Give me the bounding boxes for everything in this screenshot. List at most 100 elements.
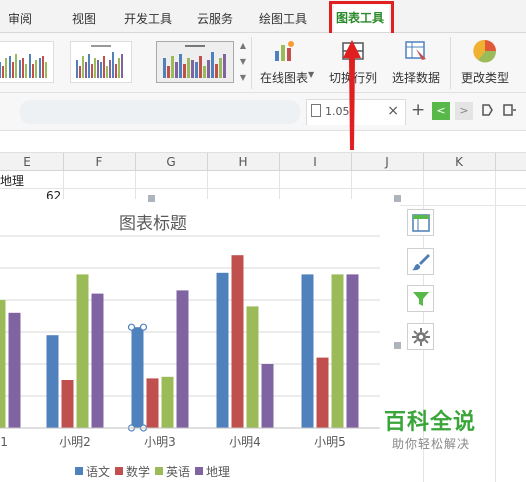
column-header[interactable]: J bbox=[385, 155, 389, 169]
chart-area[interactable]: 图表标题小明1 小明2 小明3 小明4 小明5 语文 数学 英语 地理 bbox=[0, 195, 401, 482]
pie-chart-icon bbox=[473, 39, 497, 63]
bar bbox=[0, 300, 6, 428]
tab-cloud[interactable]: 云服务 bbox=[197, 10, 233, 27]
chart-style-thumbnail-selected[interactable] bbox=[156, 41, 234, 83]
dropdown-arrow-icon: ▼ bbox=[308, 70, 315, 79]
chart-style-preview bbox=[0, 54, 47, 78]
bar bbox=[76, 274, 89, 428]
red-arrow-annotation bbox=[343, 40, 361, 150]
chart-style-preview bbox=[76, 45, 123, 78]
column-header[interactable]: H bbox=[238, 155, 247, 169]
column-header[interactable]: F bbox=[96, 155, 103, 169]
bar bbox=[216, 272, 229, 428]
chart-filter-button[interactable] bbox=[407, 285, 434, 312]
column-divider bbox=[279, 153, 280, 171]
select-data-label: 选择数据 bbox=[391, 71, 440, 85]
column-divider bbox=[135, 153, 136, 171]
cell-e1[interactable]: 地理 bbox=[0, 172, 24, 189]
share-icon[interactable] bbox=[480, 103, 494, 117]
col-line bbox=[495, 171, 496, 482]
bar bbox=[176, 290, 189, 428]
bar bbox=[246, 306, 259, 428]
resize-handle[interactable] bbox=[394, 342, 401, 349]
brush-icon bbox=[412, 254, 430, 271]
online-chart-button[interactable]: 在线图表 ▼ bbox=[252, 37, 316, 89]
column-divider bbox=[423, 153, 424, 171]
chart-style-thumbnail[interactable] bbox=[0, 41, 54, 83]
nav-right-button[interactable]: > bbox=[455, 102, 473, 120]
tab-developer[interactable]: 开发工具 bbox=[124, 10, 172, 27]
spreadsheet-window: 审阅 视图 开发工具 云服务 绘图工具 图表工具 ▲ ▼ ▼ 在线图表 ▼ 选择… bbox=[0, 0, 526, 482]
legend-label: 数学 bbox=[126, 464, 150, 479]
legend-label: 语文 bbox=[86, 464, 110, 479]
tab-drawing-tools[interactable]: 绘图工具 bbox=[259, 10, 307, 27]
chart-title: 图表标题 bbox=[119, 214, 187, 234]
bar bbox=[261, 364, 274, 428]
bar bbox=[346, 274, 359, 428]
column-divider bbox=[351, 153, 352, 171]
expand-gallery-icon[interactable]: ▼ bbox=[237, 70, 249, 86]
blurred-region bbox=[20, 100, 300, 124]
bar bbox=[161, 376, 174, 428]
chart-settings-button[interactable] bbox=[407, 323, 434, 350]
selection-handle bbox=[139, 323, 148, 331]
legend-label: 地理 bbox=[206, 465, 230, 479]
tab-review[interactable]: 审阅 bbox=[8, 10, 32, 27]
bar bbox=[46, 335, 59, 428]
more-icon[interactable] bbox=[502, 103, 516, 117]
highlight-box bbox=[329, 1, 394, 37]
change-type-button[interactable]: 更改类型 bbox=[456, 37, 514, 89]
column-divider bbox=[207, 153, 208, 171]
resize-handle[interactable] bbox=[394, 195, 401, 202]
scroll-down-icon[interactable]: ▼ bbox=[237, 54, 249, 70]
column-header[interactable]: E bbox=[23, 155, 31, 169]
select-data-button[interactable]: 选择数据 bbox=[386, 37, 446, 89]
bar-chart[interactable]: 图表标题小明1 小明2 小明3 小明4 小明5 语文 数学 英语 地理 bbox=[0, 199, 400, 482]
bar bbox=[131, 327, 144, 428]
scroll-up-icon[interactable]: ▲ bbox=[237, 38, 249, 54]
x-tick-label: 小明1 bbox=[0, 435, 8, 449]
menu-bar: 审阅 视图 开发工具 云服务 绘图工具 图表工具 bbox=[0, 0, 526, 37]
bar bbox=[91, 293, 104, 428]
gallery-scroll[interactable]: ▲ ▼ ▼ bbox=[237, 38, 249, 86]
x-tick-label: 小明4 bbox=[229, 435, 261, 449]
bar bbox=[231, 255, 244, 428]
legend-swatch bbox=[115, 467, 123, 475]
resize-handle[interactable] bbox=[148, 195, 155, 202]
legend-label: 英语 bbox=[166, 465, 190, 479]
legend-swatch bbox=[155, 467, 163, 475]
legend-swatch bbox=[75, 467, 83, 475]
bar bbox=[8, 312, 21, 428]
row-line bbox=[0, 188, 526, 189]
chart-elements-icon bbox=[412, 214, 430, 232]
nav-left-button[interactable]: < bbox=[432, 102, 450, 120]
bar bbox=[316, 357, 329, 428]
column-header[interactable]: G bbox=[166, 155, 175, 169]
add-tab-icon[interactable]: + bbox=[411, 100, 425, 120]
chart-style-thumbnail[interactable] bbox=[70, 41, 132, 83]
x-tick-label: 小明3 bbox=[144, 435, 176, 449]
ribbon: ▲ ▼ ▼ 在线图表 ▼ 切换行列 bbox=[0, 33, 526, 93]
chart-style-button[interactable] bbox=[407, 248, 434, 275]
column-header-row: E F G H I J K bbox=[0, 152, 526, 171]
chart-style-preview bbox=[163, 45, 226, 78]
column-header[interactable]: I bbox=[313, 155, 317, 169]
select-data-icon bbox=[405, 41, 426, 60]
bar bbox=[301, 274, 314, 428]
watermark-subtitle: 助你轻松解决 bbox=[392, 437, 471, 451]
online-chart-icon bbox=[275, 41, 294, 61]
bar bbox=[61, 380, 74, 428]
ribbon-divider bbox=[450, 37, 451, 89]
column-divider bbox=[495, 153, 496, 171]
column-header[interactable]: K bbox=[455, 155, 463, 169]
watermark-title: 百科全说 bbox=[384, 410, 477, 435]
column-divider bbox=[63, 153, 64, 171]
chart-elements-button[interactable] bbox=[407, 209, 434, 236]
close-icon[interactable]: × bbox=[387, 103, 399, 119]
tab-view[interactable]: 视图 bbox=[72, 10, 96, 27]
document-icon bbox=[311, 104, 321, 117]
filter-icon bbox=[413, 292, 429, 306]
online-chart-label: 在线图表 bbox=[259, 71, 308, 85]
bar bbox=[331, 274, 344, 428]
x-tick-label: 小明5 bbox=[314, 435, 346, 449]
